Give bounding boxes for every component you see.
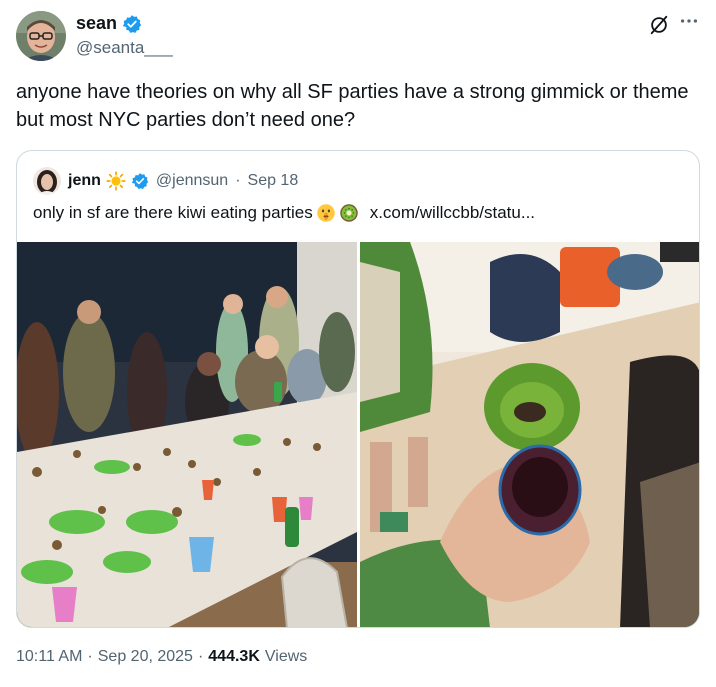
- quoted-author-handle: @jennsun: [155, 172, 229, 189]
- verified-badge-icon: [122, 14, 142, 33]
- quoted-separator: ·: [235, 172, 241, 189]
- quoted-date: Sep 18: [247, 172, 299, 189]
- author-display-name[interactable]: sean: [76, 13, 117, 34]
- more-icon[interactable]: [678, 10, 700, 32]
- quoted-tweet-header: jenn @jennsun · Sep 18: [33, 167, 298, 195]
- author-handle[interactable]: @seanta___: [76, 38, 173, 58]
- quoted-link[interactable]: x.com/willccbb/statu...: [370, 203, 535, 223]
- verified-badge-icon: [131, 173, 149, 190]
- tweet-time[interactable]: 10:11 AM: [16, 648, 82, 666]
- quoted-tweet-text: only in sf are there kiwi eating parties: [33, 203, 313, 222]
- views-label: Views: [264, 648, 308, 665]
- tweet-date[interactable]: Sep 20, 2025: [98, 648, 193, 666]
- meta-separator: ·: [197, 648, 204, 665]
- quoted-author-display-name: jenn: [68, 172, 101, 189]
- author-avatar[interactable]: [16, 11, 66, 61]
- quoted-author-avatar: [33, 167, 61, 195]
- party-table-photo[interactable]: [17, 242, 357, 627]
- quoted-tweet-text-row: only in sf are there kiwi eating parties…: [33, 203, 535, 223]
- sun-emoji: [106, 171, 126, 191]
- shushing-face-emoji: [316, 204, 335, 222]
- kiwi-hand-photo[interactable]: [360, 242, 699, 627]
- grok-icon[interactable]: [648, 14, 670, 36]
- views-count: 444.3K: [208, 648, 260, 665]
- kiwi-emoji: [339, 204, 358, 222]
- tweet-text: anyone have theories on why all SF parti…: [16, 81, 689, 131]
- tweet-meta: 10:11 AM · Sep 20, 2025 · 444.3K Views: [16, 648, 307, 666]
- meta-separator: ·: [87, 648, 93, 665]
- quoted-tweet-card[interactable]: jenn @jennsun · Sep 18 only in sf are th…: [16, 150, 700, 628]
- author-name-row: sean: [76, 13, 142, 34]
